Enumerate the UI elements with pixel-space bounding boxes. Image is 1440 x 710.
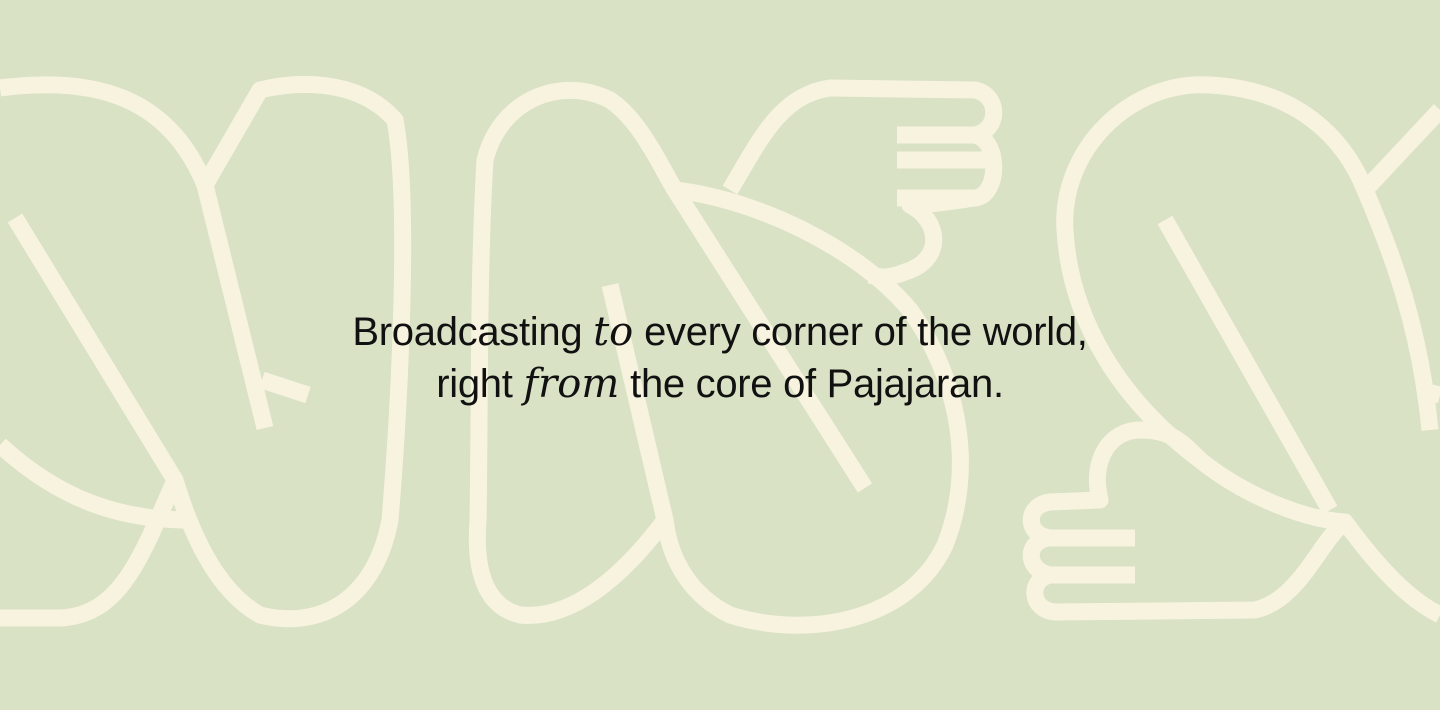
- tagline-line-2: right from the core of Pajajaran.: [220, 358, 1220, 410]
- tagline-line-1-before: Broadcasting: [352, 310, 594, 354]
- tagline-line-2-after: the core of Pajajaran.: [619, 362, 1004, 406]
- tagline-line-1-emphasis: to: [593, 309, 634, 355]
- hero-banner: Broadcasting to every corner of the worl…: [0, 0, 1440, 710]
- tagline-line-1-after: every corner of the world,: [633, 310, 1088, 354]
- tagline-line-2-before: right: [436, 362, 524, 406]
- tagline-line-2-emphasis: from: [523, 361, 620, 407]
- tagline-line-1: Broadcasting to every corner of the worl…: [220, 306, 1220, 358]
- hand-shape-fingers-icon: [722, 79, 1003, 286]
- tagline: Broadcasting to every corner of the worl…: [220, 306, 1220, 410]
